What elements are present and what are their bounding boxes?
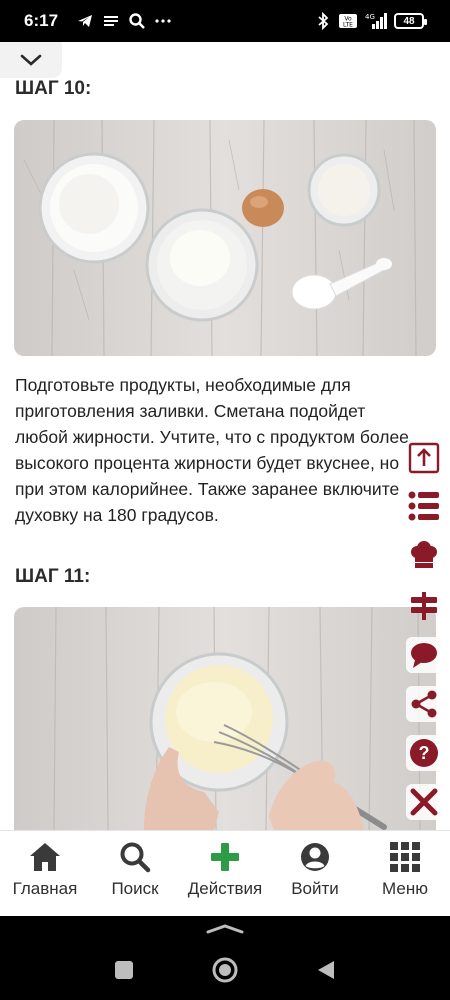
search-status-icon <box>129 13 145 29</box>
status-left-icons <box>76 12 172 30</box>
user-icon <box>301 843 329 871</box>
list-icon <box>408 491 439 521</box>
nav-actions-label: Действия <box>187 879 263 898</box>
nav-search-label: Поиск <box>111 879 159 898</box>
close-icon <box>410 788 438 816</box>
status-bar: 6:17 Vo LTE 4G 48 <box>0 0 450 42</box>
status-right-icons: Vo LTE 4G 48 <box>314 12 427 30</box>
battery-icon: 48 <box>394 13 427 29</box>
back-icon[interactable] <box>318 961 334 979</box>
svg-text:?: ? <box>419 743 430 763</box>
step-title: ШАГ 10: <box>15 78 92 99</box>
step-photo <box>14 607 436 830</box>
signal-icon: 4G <box>365 13 387 29</box>
nav-login[interactable]: Войти <box>270 831 360 916</box>
signpost-icon <box>411 592 437 620</box>
nav-actions[interactable]: Действия <box>180 831 270 916</box>
step-photo <box>14 120 436 356</box>
chef-button[interactable] <box>406 537 442 573</box>
steps-nav-button[interactable] <box>406 588 442 624</box>
scroll-top-button[interactable] <box>406 440 442 476</box>
nav-login-label: Войти <box>291 879 339 898</box>
bluetooth-icon <box>318 12 329 30</box>
svg-text:4G: 4G <box>365 13 375 21</box>
nav-home[interactable]: Главная <box>0 831 90 916</box>
volte-icon: VoLTE <box>339 14 357 29</box>
swipe-up-icon[interactable] <box>206 924 244 934</box>
comment-icon <box>411 643 437 668</box>
help-icon: ? <box>410 739 438 767</box>
search-icon <box>120 842 151 873</box>
comments-button[interactable] <box>406 637 442 673</box>
notes-icon <box>104 16 118 26</box>
collapse-header-button[interactable] <box>0 42 62 78</box>
nav-menu-label: Меню <box>382 879 428 898</box>
more-dots-icon <box>155 19 171 23</box>
close-toolbar-button[interactable] <box>406 784 442 820</box>
grid-icon <box>390 842 420 872</box>
step-description: Подготовьте продукты, необходимые для пр… <box>15 375 409 525</box>
recents-icon[interactable] <box>115 961 133 979</box>
whisking-photo <box>14 607 436 830</box>
system-navigation-bar <box>0 916 450 1000</box>
svg-text:LTE: LTE <box>343 22 353 29</box>
ingredients-list-button[interactable] <box>406 488 442 524</box>
share-icon <box>411 690 437 718</box>
chef-hat-icon <box>411 541 437 568</box>
step-title: ШАГ 11: <box>15 566 91 587</box>
nav-menu[interactable]: Меню <box>360 831 450 916</box>
system-nav-icons <box>115 924 334 983</box>
telegram-icon <box>78 15 92 27</box>
nav-home-label: Главная <box>12 879 78 898</box>
scroll-top-icon <box>408 442 440 474</box>
chevron-down-icon <box>20 54 42 66</box>
help-button[interactable]: ? <box>406 735 442 771</box>
bottom-navigation: Главная Поиск Действия Войти Меню <box>0 830 450 916</box>
nav-search[interactable]: Поиск <box>90 831 180 916</box>
share-button[interactable] <box>406 686 442 722</box>
ingredients-photo <box>14 120 436 356</box>
plus-icon <box>211 843 239 871</box>
home-icon <box>30 843 60 871</box>
status-time: 6:17 <box>24 11 59 30</box>
